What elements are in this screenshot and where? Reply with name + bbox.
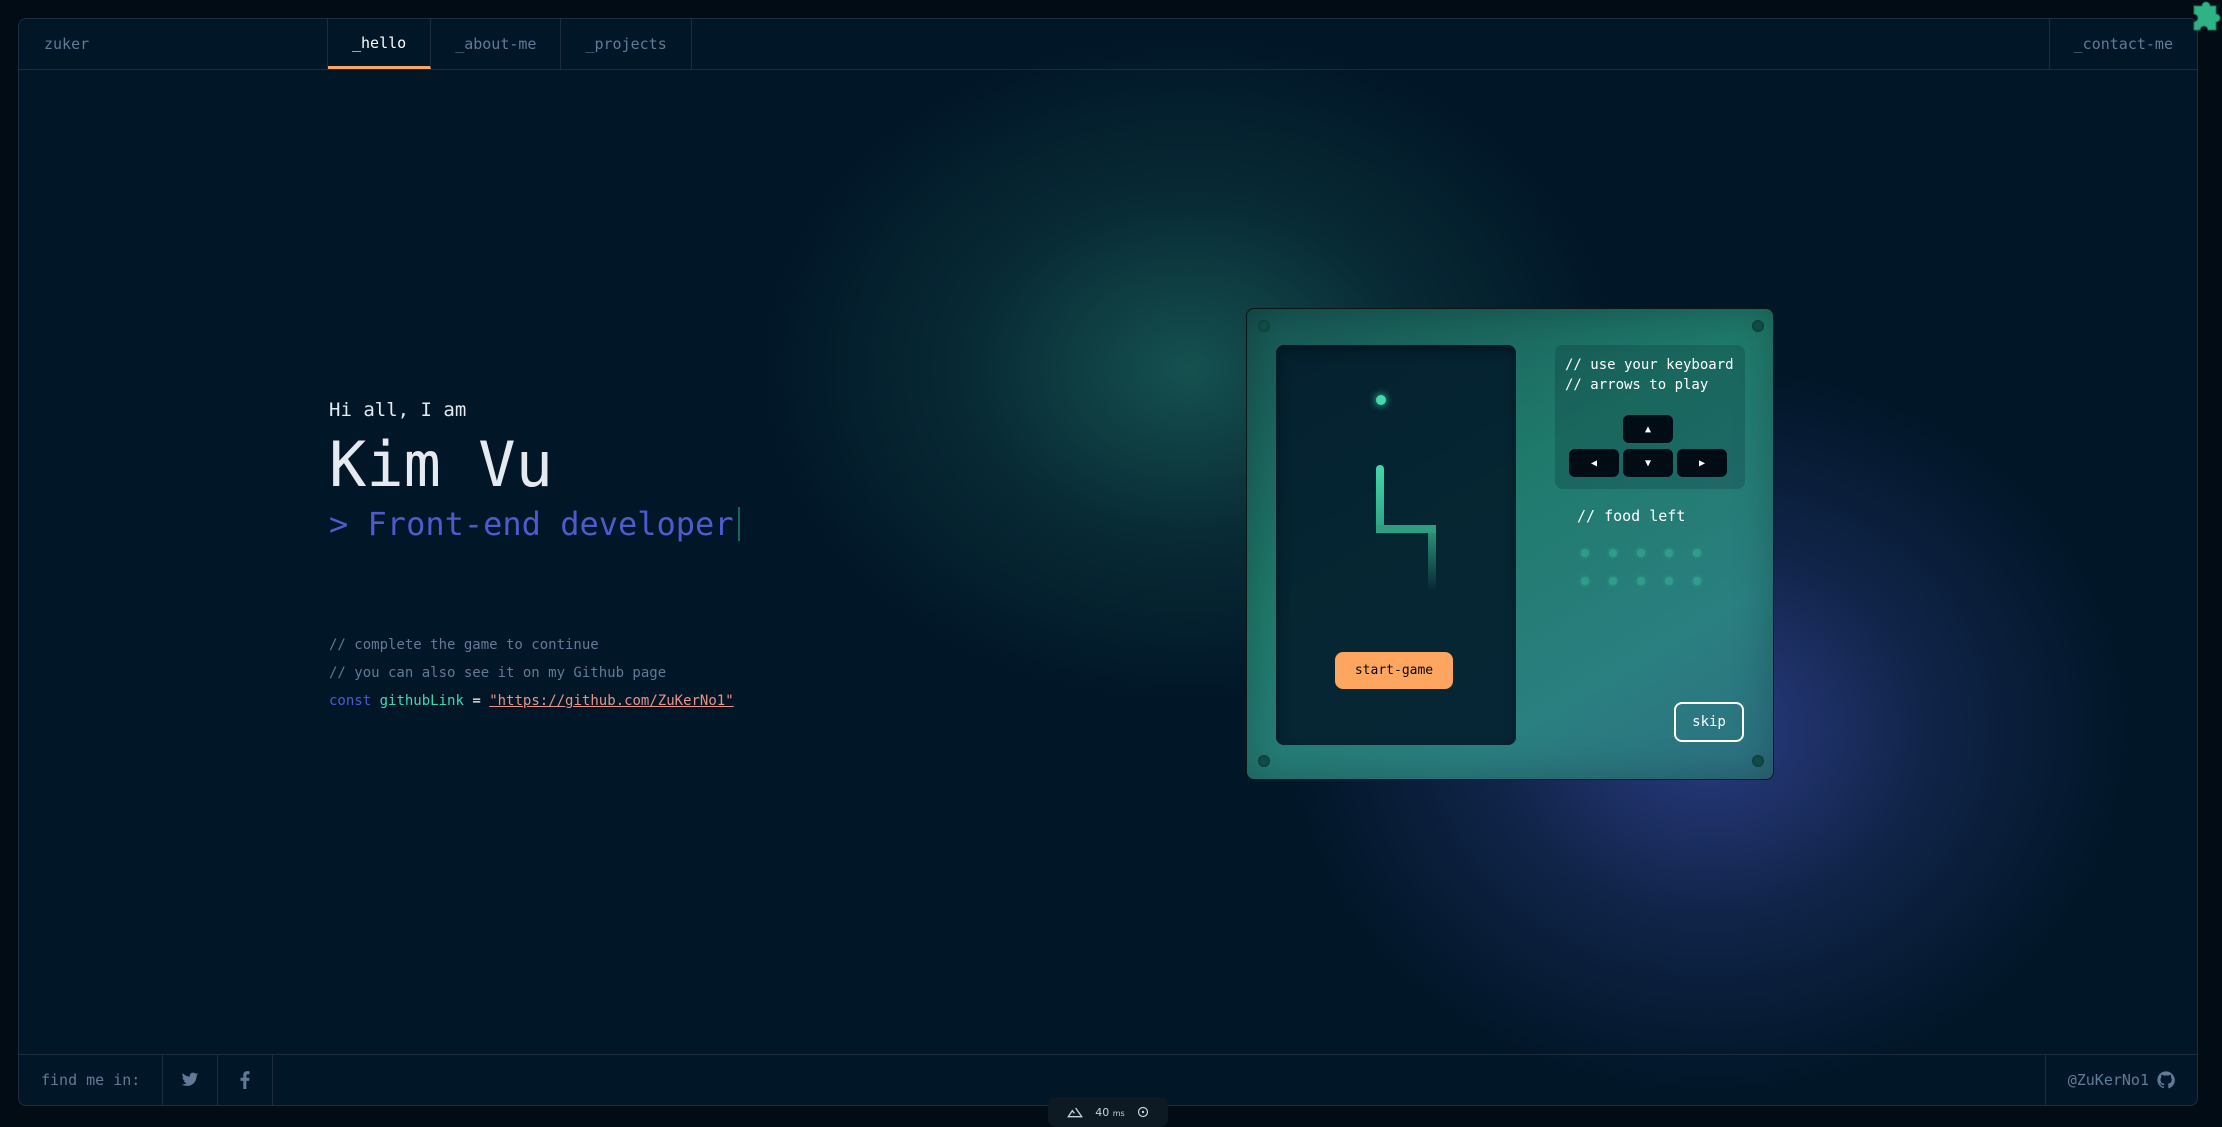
controls-panel: // use your keyboard // arrows to play ▲… <box>1555 345 1745 489</box>
facebook-link[interactable] <box>218 1055 274 1105</box>
start-game-button[interactable]: start-game <box>1335 652 1453 689</box>
arrow-right-key[interactable]: ▶ <box>1677 449 1727 477</box>
food-left-dot <box>1637 577 1645 585</box>
facebook-icon <box>240 1071 250 1089</box>
food-left-dot <box>1609 549 1617 557</box>
github-handle-link[interactable]: @ZuKerNo1 <box>2044 1055 2197 1105</box>
github-link[interactable]: "https://github.com/ZuKerNo1" <box>489 693 733 709</box>
food-left-dot <box>1665 577 1673 585</box>
app-window: zuker _hello _about-me _projects _contac… <box>18 18 2198 1106</box>
brand-name[interactable]: zuker <box>19 19 328 69</box>
snake-tail-segment <box>1428 525 1436 591</box>
person-name: Kim Vu <box>329 428 553 501</box>
snake-game-console: start-game // use your keyboard // arrow… <box>1246 308 1774 780</box>
food-left-dot <box>1693 549 1701 557</box>
code-variable: githubLink <box>379 693 464 709</box>
food-left-dot <box>1693 577 1701 585</box>
tab-projects[interactable]: _projects <box>561 19 692 69</box>
tab-contact-me[interactable]: _contact-me <box>2048 19 2197 69</box>
find-me-label: find me in: <box>19 1055 164 1105</box>
food-left-dot <box>1581 549 1589 557</box>
arrow-down-key[interactable]: ▼ <box>1623 449 1673 477</box>
food-left-dot <box>1581 577 1589 585</box>
tab-hello[interactable]: _hello <box>328 19 432 69</box>
github-icon <box>2157 1071 2175 1089</box>
snake-body-segment <box>1376 525 1436 533</box>
comment-line-1: // complete the game to continue <box>329 637 599 653</box>
target-icon <box>1137 1106 1148 1118</box>
role-text: > Front-end developer <box>329 505 734 543</box>
code-comments: // complete the game to continue // you … <box>329 637 734 721</box>
screw-decoration <box>1258 755 1270 767</box>
render-time: 40 ms <box>1095 1105 1125 1119</box>
comment-line-2: // you can also see it on my Github page <box>329 665 667 681</box>
arrow-left-key[interactable]: ◀ <box>1569 449 1619 477</box>
food-left-dot <box>1637 549 1645 557</box>
food-left-dot <box>1665 549 1673 557</box>
dev-toolbar-badge[interactable]: 40 ms <box>1048 1097 1168 1127</box>
food-left-title: // food left <box>1577 507 1686 525</box>
hero-intro: Hi all, I am Kim Vu > Front-end develope… <box>329 399 740 543</box>
screw-decoration <box>1752 320 1764 332</box>
screw-decoration <box>1258 320 1270 332</box>
code-equals: = <box>472 693 481 709</box>
food-pellet <box>1376 395 1386 405</box>
typing-caret <box>737 507 740 541</box>
nuxt-logo-icon <box>1067 1107 1084 1118</box>
snake-head-segment <box>1376 465 1384 533</box>
github-code-line: const githubLink = "https://github.com/Z… <box>329 693 734 709</box>
extension-puzzle-icon[interactable] <box>2184 0 2222 34</box>
code-keyword: const <box>329 693 372 709</box>
twitter-link[interactable] <box>163 1055 219 1105</box>
role-line: > Front-end developer <box>329 505 740 543</box>
game-screen[interactable]: start-game <box>1276 345 1516 745</box>
skip-button[interactable]: skip <box>1674 702 1744 742</box>
top-nav: zuker _hello _about-me _projects _contac… <box>19 19 2197 70</box>
food-left-dot <box>1609 577 1617 585</box>
arrow-up-key[interactable]: ▲ <box>1623 415 1673 443</box>
tab-about-me[interactable]: _about-me <box>431 19 562 69</box>
controls-instructions: // use your keyboard // arrows to play <box>1565 357 1734 393</box>
twitter-icon <box>182 1072 199 1086</box>
github-handle: @ZuKerNo1 <box>2067 1071 2149 1089</box>
screw-decoration <box>1752 755 1764 767</box>
greeting-text: Hi all, I am <box>329 399 467 421</box>
